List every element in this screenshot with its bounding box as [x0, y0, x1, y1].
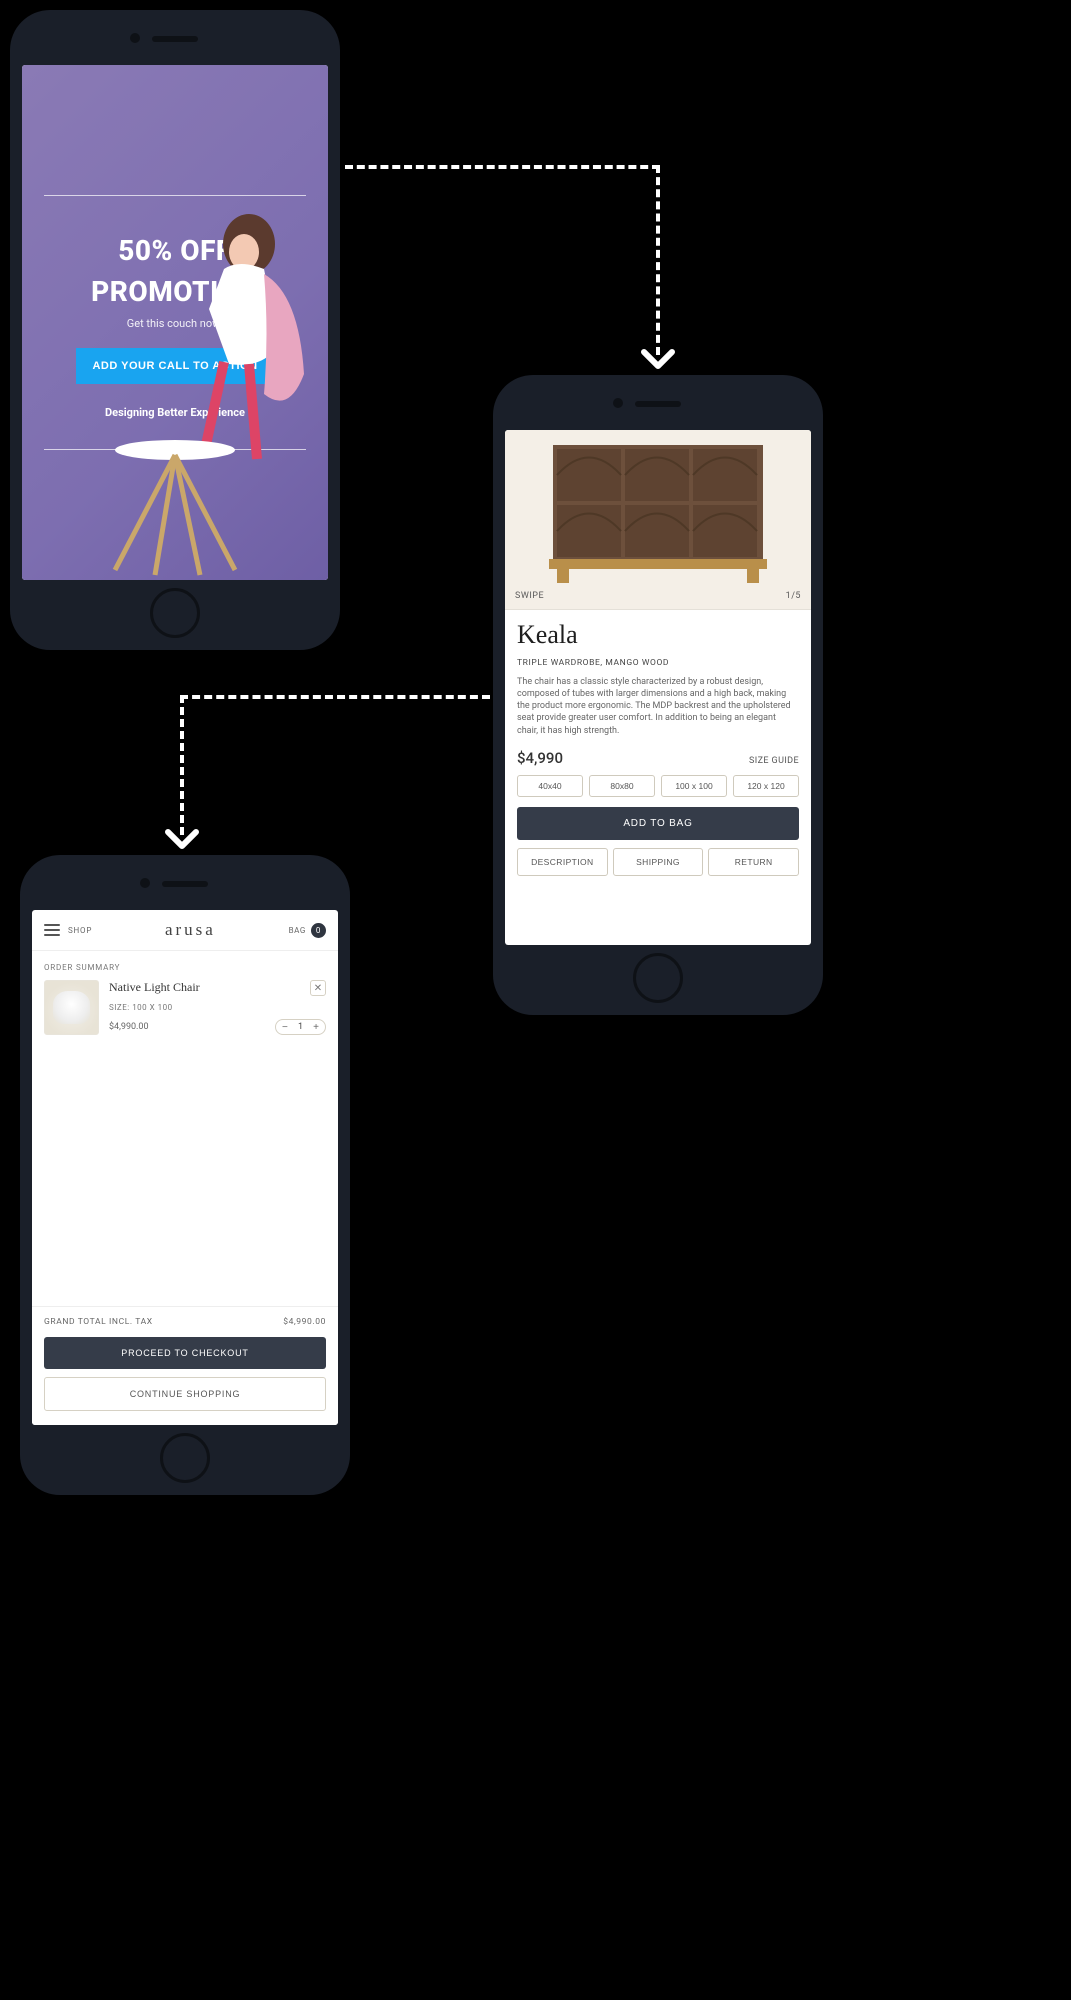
tab-description[interactable]: DESCRIPTION [517, 848, 608, 876]
add-to-bag-button[interactable]: ADD TO BAG [517, 807, 799, 840]
swipe-label: SWIPE [515, 591, 544, 601]
bag-count-badge: 0 [311, 923, 326, 938]
grand-total-value: $4,990.00 [283, 1317, 326, 1327]
promo-screen: 50% OFF PROMOTION Get this couch now! AD… [22, 65, 328, 580]
size-options: 40x40 80x80 100 x 100 120 x 120 [517, 775, 799, 797]
arrow-down-icon [640, 348, 676, 374]
quantity-stepper: − 1 + [275, 1019, 326, 1035]
qty-decrease-button[interactable]: − [276, 1022, 294, 1033]
tab-return[interactable]: RETURN [708, 848, 799, 876]
qty-increase-button[interactable]: + [307, 1022, 325, 1033]
promo-chair-image [85, 420, 265, 580]
flow-connector [656, 165, 660, 355]
product-name: Keala [517, 620, 799, 650]
arrow-down-icon [164, 828, 200, 854]
cart-item-name: Native Light Chair [109, 980, 326, 995]
size-option[interactable]: 40x40 [517, 775, 583, 797]
flow-connector [345, 165, 660, 169]
flow-connector [180, 695, 184, 835]
image-counter: 1/5 [786, 591, 801, 601]
bag-link[interactable]: BAG 0 [289, 923, 326, 938]
cart-item-size: SIZE: 100 X 100 [109, 1003, 326, 1012]
qty-value: 1 [294, 1022, 307, 1032]
continue-shopping-button[interactable]: CONTINUE SHOPPING [44, 1377, 326, 1411]
phone-cart: SHOP arusa BAG 0 ORDER SUMMARY Native Li… [20, 855, 350, 1495]
cart-item-thumbnail[interactable] [44, 980, 99, 1035]
promo-subtitle: Get this couch now! [127, 317, 223, 330]
home-button[interactable] [160, 1433, 210, 1483]
phone-product: SWIPE 1/5 Keala TRIPLE WARDROBE, MANGO W… [493, 375, 823, 1015]
bag-label: BAG [289, 926, 306, 935]
product-subtitle: TRIPLE WARDROBE, MANGO WOOD [517, 658, 799, 668]
order-summary-heading: ORDER SUMMARY [44, 963, 326, 972]
brand-logo[interactable]: arusa [165, 920, 216, 940]
size-option[interactable]: 120 x 120 [733, 775, 799, 797]
product-image[interactable] [505, 430, 811, 585]
promo-divider-top [44, 195, 306, 196]
shop-link[interactable]: SHOP [68, 926, 92, 935]
grand-total-label: GRAND TOTAL INCL. TAX [44, 1317, 153, 1327]
cart-item: Native Light Chair SIZE: 100 X 100 $4,99… [44, 980, 326, 1035]
tab-shipping[interactable]: SHIPPING [613, 848, 704, 876]
size-option[interactable]: 80x80 [589, 775, 655, 797]
home-button[interactable] [150, 588, 200, 638]
phone-promo: 50% OFF PROMOTION Get this couch now! AD… [10, 10, 340, 650]
home-button[interactable] [633, 953, 683, 1003]
product-description: The chair has a classic style characteri… [517, 676, 799, 737]
size-option[interactable]: 100 x 100 [661, 775, 727, 797]
size-guide-link[interactable]: SIZE GUIDE [749, 756, 799, 766]
checkout-button[interactable]: PROCEED TO CHECKOUT [44, 1337, 326, 1369]
product-price: $4,990 [517, 749, 563, 767]
cart-screen: SHOP arusa BAG 0 ORDER SUMMARY Native Li… [32, 910, 338, 1425]
flow-connector [180, 695, 490, 699]
remove-item-button[interactable]: ✕ [310, 980, 326, 996]
product-screen: SWIPE 1/5 Keala TRIPLE WARDROBE, MANGO W… [505, 430, 811, 945]
menu-icon[interactable] [44, 924, 60, 936]
